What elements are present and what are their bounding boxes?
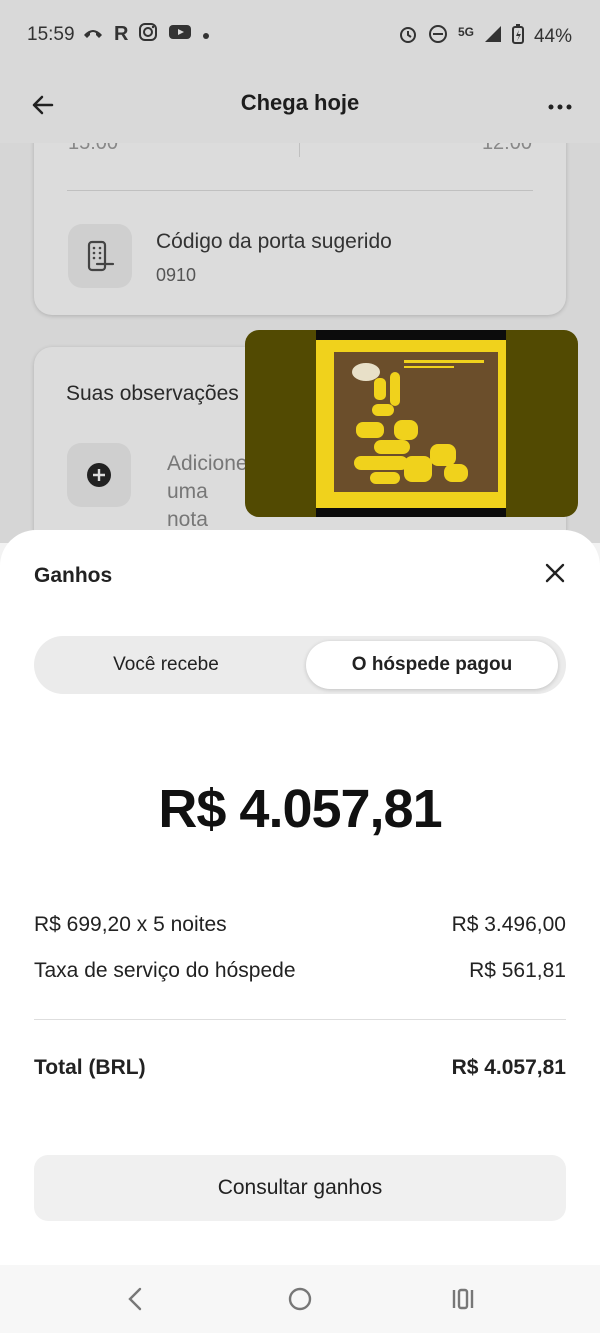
nightly-rate-label: R$ 699,20 x 5 noites	[34, 913, 227, 936]
notification-icons: R	[82, 22, 210, 47]
service-fee-label: Taxa de serviço do hóspede	[34, 959, 296, 982]
consult-earnings-button[interactable]: Consultar ganhos	[34, 1155, 566, 1221]
signal-icon	[484, 25, 502, 49]
chevron-left-icon	[128, 1287, 142, 1311]
battery-icon	[511, 24, 524, 50]
tab-voce-recebe[interactable]: Você recebe	[40, 641, 292, 689]
tab-hospede-pagou[interactable]: O hóspede pagou	[306, 641, 558, 689]
add-note-button[interactable]	[67, 443, 131, 507]
time-divider	[299, 143, 300, 157]
system-icons: 5G 44%	[398, 24, 572, 50]
nav-back-button[interactable]	[124, 1286, 148, 1317]
page-title: Chega hoje	[240, 90, 360, 115]
door-code-title: Código da porta sugerido	[156, 230, 392, 253]
sheet-divider	[34, 1019, 566, 1020]
total-value: R$ 4.057,81	[451, 1056, 566, 1079]
dot-icon	[202, 24, 210, 45]
more-options-button[interactable]	[548, 90, 572, 118]
keypad-lock-icon	[87, 240, 115, 272]
earnings-toggle: Você recebe O hóspede pagou	[34, 636, 566, 694]
total-label: Total (BRL)	[34, 1056, 146, 1079]
nav-home-button[interactable]	[287, 1286, 313, 1317]
plus-circle-icon	[87, 463, 111, 487]
alarm-icon	[398, 24, 418, 50]
total-amount: R$ 4.057,81	[158, 779, 442, 839]
status-time: 15:59	[27, 24, 75, 45]
close-icon	[545, 563, 565, 583]
youtube-icon	[168, 23, 192, 46]
video-pip[interactable]	[245, 330, 578, 517]
album-art-icon	[352, 360, 484, 484]
r-app-icon: R	[114, 23, 129, 45]
network-label: 5G	[457, 25, 474, 39]
earnings-sheet: Ganhos Você recebe O hóspede pagou R$ 4.…	[0, 530, 600, 1270]
door-code-icon-box	[68, 224, 132, 288]
nightly-rate-value: R$ 3.496,00	[451, 913, 566, 936]
album-cover	[316, 330, 506, 517]
home-circle-icon	[288, 1287, 312, 1311]
missed-call-icon	[82, 23, 104, 46]
service-fee-value: R$ 561,81	[469, 959, 566, 982]
nav-recents-button[interactable]	[450, 1286, 476, 1317]
instagram-icon	[138, 22, 158, 47]
app-bar: Chega hoje	[0, 70, 600, 144]
close-button[interactable]	[544, 562, 566, 584]
notes-title: Suas observações	[66, 382, 239, 405]
card-divider	[67, 190, 533, 191]
more-dots-icon	[548, 104, 572, 110]
battery-percent: 44%	[533, 26, 572, 47]
door-code-value: 0910	[156, 265, 197, 285]
recents-icon	[452, 1288, 474, 1310]
dnd-icon	[428, 24, 448, 50]
status-bar: 15:59 R 5G 44%	[0, 0, 600, 70]
system-nav-bar	[0, 1265, 600, 1333]
sheet-title: Ganhos	[34, 564, 113, 587]
